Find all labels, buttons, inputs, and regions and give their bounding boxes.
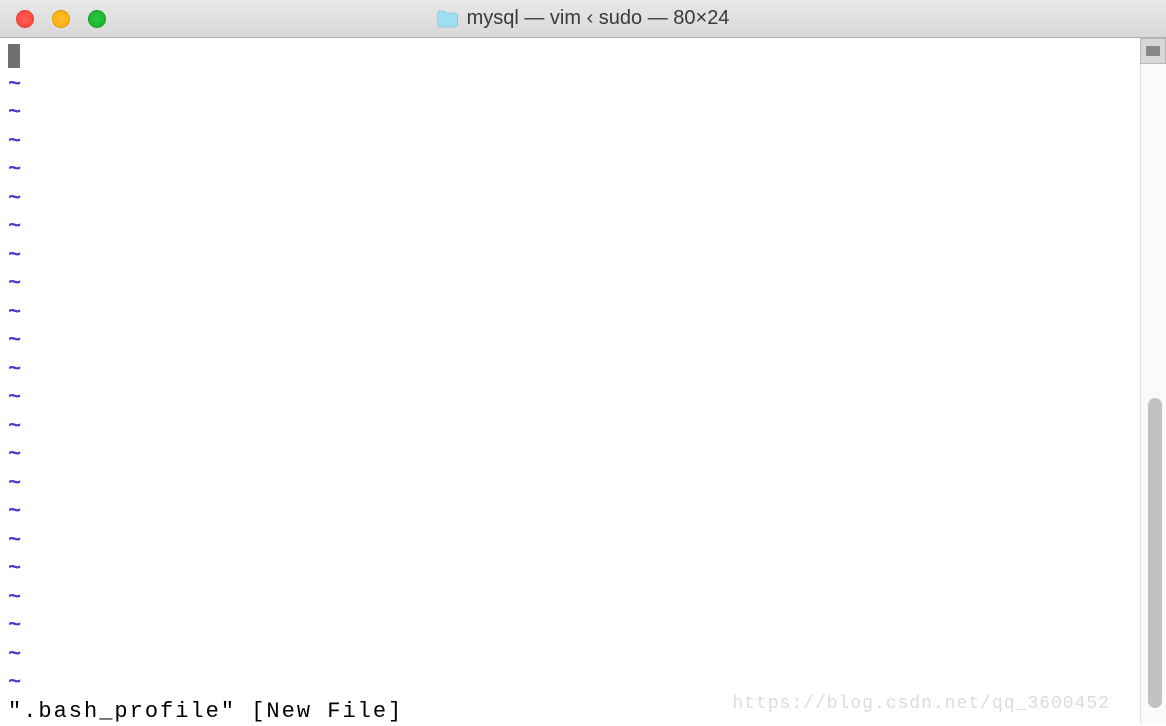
- window-title-text: mysql — vim ‹ sudo — 80×24: [467, 7, 730, 30]
- minimize-button[interactable]: [52, 10, 70, 28]
- editor-line-1: [8, 42, 1132, 71]
- vim-tilde-line: ~: [8, 555, 1132, 584]
- vim-tilde-line: ~: [8, 71, 1132, 100]
- vim-tilde-line: ~: [8, 584, 1132, 613]
- folder-icon: [437, 10, 459, 28]
- vim-tilde-line: ~: [8, 498, 1132, 527]
- vim-tilde-line: ~: [8, 384, 1132, 413]
- vim-tilde-line: ~: [8, 185, 1132, 214]
- maximize-button[interactable]: [88, 10, 106, 28]
- vim-tilde-line: ~: [8, 242, 1132, 271]
- terminal-body: ~~~~~~~~~~~~~~~~~~~~~~ ".bash_profile" […: [0, 38, 1166, 724]
- vim-status-line: ".bash_profile" [New File]: [8, 698, 1132, 726]
- vim-tilde-line: ~: [8, 612, 1132, 641]
- vim-tilde-line: ~: [8, 327, 1132, 356]
- vim-tilde-line: ~: [8, 128, 1132, 157]
- vim-tilde-line: ~: [8, 470, 1132, 499]
- vim-tilde-line: ~: [8, 270, 1132, 299]
- vim-tilde-line: ~: [8, 156, 1132, 185]
- vim-tilde-line: ~: [8, 669, 1132, 698]
- traffic-lights: [0, 10, 106, 28]
- scrollbar-thumb[interactable]: [1148, 398, 1162, 708]
- vim-tilde-line: ~: [8, 99, 1132, 128]
- vim-tilde-line: ~: [8, 641, 1132, 670]
- window-titlebar: mysql — vim ‹ sudo — 80×24: [0, 0, 1166, 38]
- vim-tilde-line: ~: [8, 299, 1132, 328]
- terminal-content[interactable]: ~~~~~~~~~~~~~~~~~~~~~~ ".bash_profile" […: [0, 38, 1140, 724]
- close-button[interactable]: [16, 10, 34, 28]
- scrollbar-corner-icon: [1140, 38, 1166, 64]
- scrollbar-track[interactable]: [1140, 38, 1166, 724]
- vim-tilde-line: ~: [8, 213, 1132, 242]
- cursor: [8, 44, 20, 68]
- vim-tilde-line: ~: [8, 441, 1132, 470]
- vim-tilde-line: ~: [8, 527, 1132, 556]
- window-title: mysql — vim ‹ sudo — 80×24: [437, 7, 730, 30]
- vim-tilde-line: ~: [8, 413, 1132, 442]
- vim-tilde-line: ~: [8, 356, 1132, 385]
